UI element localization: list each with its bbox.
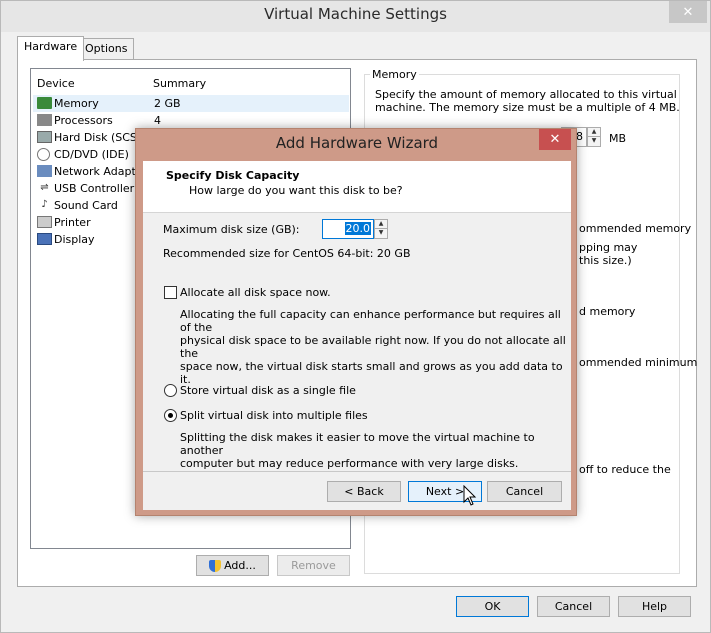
ok-button-label: OK	[484, 600, 501, 613]
split-files-label[interactable]: Split virtual disk into multiple files	[180, 409, 368, 422]
split-files-radio[interactable]	[164, 409, 177, 422]
wizard-cancel-button[interactable]: Cancel	[487, 481, 562, 502]
stepper-up-icon[interactable]: ▲	[588, 128, 600, 137]
remove-button-label: Remove	[291, 559, 336, 572]
single-file-label[interactable]: Store virtual disk as a single file	[180, 384, 356, 397]
tab-hardware-label: Hardware	[24, 40, 78, 53]
mouse-cursor-icon	[463, 485, 477, 506]
device-name: Network Adapter	[54, 165, 148, 178]
stepper-up-icon[interactable]: ▲	[375, 220, 387, 229]
allocate-desc-line: physical disk space to be available righ…	[180, 334, 566, 360]
next-button-label: Next >	[425, 485, 465, 498]
processor-icon	[37, 114, 52, 126]
memory-unit: MB	[609, 132, 627, 145]
back-button-label: < Back	[344, 485, 384, 498]
memory-icon	[37, 97, 52, 109]
memory-description-line1: Specify the amount of memory allocated t…	[375, 88, 677, 101]
split-desc-line: computer but may reduce performance with…	[180, 457, 519, 470]
wizard-separator	[143, 471, 571, 472]
tab-options[interactable]: Options	[78, 38, 135, 60]
max-disk-size-label: Maximum disk size (GB):	[163, 223, 300, 236]
shield-icon	[209, 559, 222, 572]
printer-icon	[37, 216, 52, 228]
cd-dvd-icon	[37, 148, 50, 161]
device-name: Processors	[54, 114, 113, 127]
usb-icon: ⇌	[40, 182, 49, 193]
window-title: Virtual Machine Settings	[264, 5, 447, 23]
max-disk-size-stepper[interactable]: ▲ ▼	[374, 219, 388, 239]
memory-partial-text: pping may	[579, 241, 638, 254]
tab-options-label: Options	[85, 42, 128, 55]
wizard-body: Specify Disk Capacity How large do you w…	[143, 161, 571, 510]
memory-partial-text: this size.)	[579, 254, 632, 267]
tab-hardware[interactable]: Hardware	[17, 36, 85, 61]
allocate-all-label[interactable]: Allocate all disk space now.	[180, 286, 331, 299]
wizard-heading: Specify Disk Capacity	[166, 169, 300, 182]
single-file-radio[interactable]	[164, 384, 177, 397]
wizard-title: Add Hardware Wizard	[275, 134, 439, 152]
max-disk-size-input[interactable]: 20.0	[322, 219, 374, 239]
device-name: Sound Card	[54, 199, 118, 212]
stepper-down-icon[interactable]: ▼	[375, 229, 387, 238]
memory-group-legend: Memory	[370, 68, 419, 81]
recommended-size-text: Recommended size for CentOS 64-bit: 20 G…	[163, 247, 411, 260]
device-summary: 4	[154, 114, 161, 127]
allocate-description: Allocating the full capacity can enhance…	[180, 308, 570, 386]
add-hardware-wizard: Add Hardware Wizard ✕ Specify Disk Capac…	[135, 128, 577, 516]
add-button-label: Add...	[224, 559, 256, 572]
wizard-subheading: How large do you want this disk to be?	[189, 184, 403, 197]
title-bar: Virtual Machine Settings ✕	[1, 1, 710, 32]
memory-partial-text: d memory	[579, 305, 636, 318]
split-description: Splitting the disk makes it easier to mo…	[180, 431, 570, 470]
help-button[interactable]: Help	[618, 596, 691, 617]
device-name: Hard Disk (SCSI)	[54, 131, 145, 144]
split-desc-line: Splitting the disk makes it easier to mo…	[180, 431, 535, 457]
allocate-desc-line: Allocating the full capacity can enhance…	[180, 308, 561, 334]
summary-column-header: Summary	[153, 77, 207, 90]
device-name: Display	[54, 233, 95, 246]
device-row-memory[interactable]: Memory 2 GB	[33, 95, 349, 112]
cancel-button[interactable]: Cancel	[537, 596, 610, 617]
window-close-button[interactable]: ✕	[669, 1, 707, 23]
memory-size-stepper[interactable]: ▲ ▼	[587, 127, 601, 147]
device-summary: 2 GB	[154, 97, 181, 110]
wizard-cancel-label: Cancel	[505, 485, 544, 498]
device-name: Memory	[54, 97, 99, 110]
device-name: CD/DVD (IDE)	[54, 148, 129, 161]
device-row-processors[interactable]: Processors 4	[33, 112, 349, 129]
memory-description-line2: machine. The memory size must be a multi…	[375, 101, 680, 114]
wizard-close-button[interactable]: ✕	[539, 129, 571, 150]
close-icon: ✕	[549, 132, 561, 147]
device-name: Printer	[54, 216, 91, 229]
stepper-down-icon[interactable]: ▼	[588, 137, 600, 146]
add-hardware-button[interactable]: Add...	[196, 555, 269, 576]
sound-card-icon: ♪	[41, 199, 48, 210]
max-disk-size-value: 20.0	[344, 222, 371, 235]
wizard-header: Specify Disk Capacity How large do you w…	[143, 161, 571, 213]
memory-partial-text: ommended memory	[579, 222, 692, 235]
allocate-desc-line: space now, the virtual disk starts small…	[180, 360, 563, 386]
ok-button[interactable]: OK	[456, 596, 529, 617]
hard-disk-icon	[37, 131, 52, 143]
memory-partial-text: off to reduce the	[579, 463, 671, 476]
device-column-header: Device	[37, 77, 75, 90]
network-adapter-icon	[37, 165, 52, 177]
memory-partial-text: ommended minimum	[579, 356, 698, 369]
close-icon: ✕	[682, 4, 694, 20]
vm-settings-window: Virtual Machine Settings ✕ Hardware Opti…	[0, 0, 711, 633]
back-button[interactable]: < Back	[327, 481, 401, 502]
display-icon	[37, 233, 52, 245]
device-name: USB Controller	[54, 182, 135, 195]
remove-hardware-button[interactable]: Remove	[277, 555, 350, 576]
allocate-all-checkbox[interactable]	[164, 286, 177, 299]
cancel-button-label: Cancel	[554, 600, 593, 613]
help-button-label: Help	[641, 600, 668, 613]
